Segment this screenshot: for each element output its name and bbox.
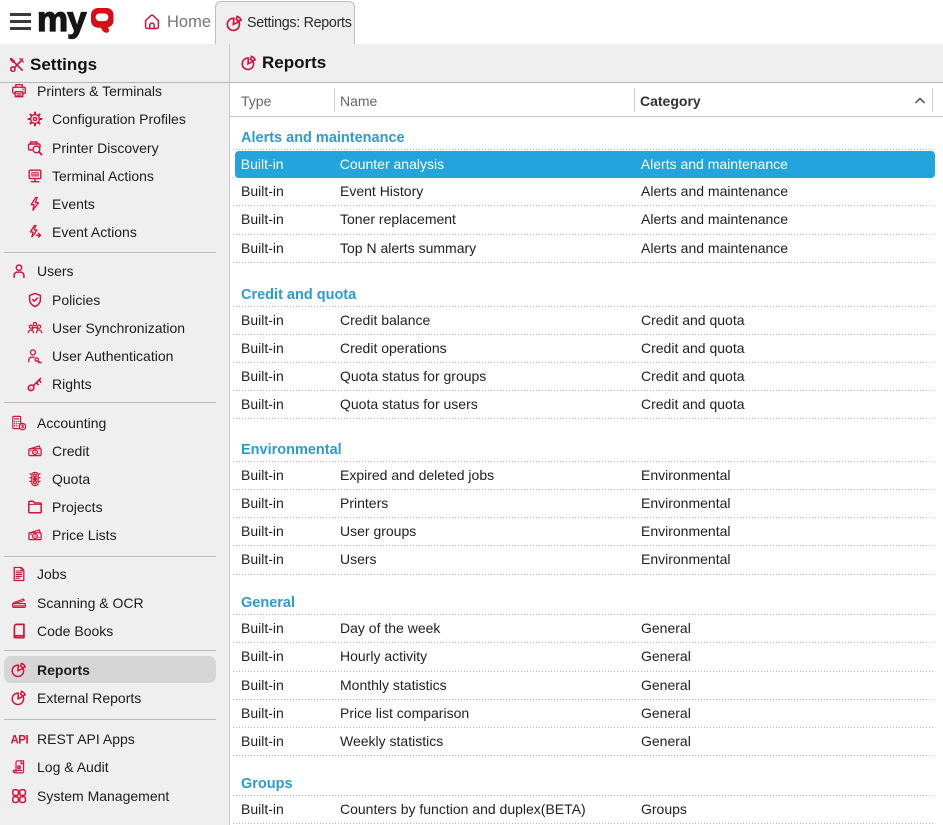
svg-text:API: API (11, 735, 28, 747)
